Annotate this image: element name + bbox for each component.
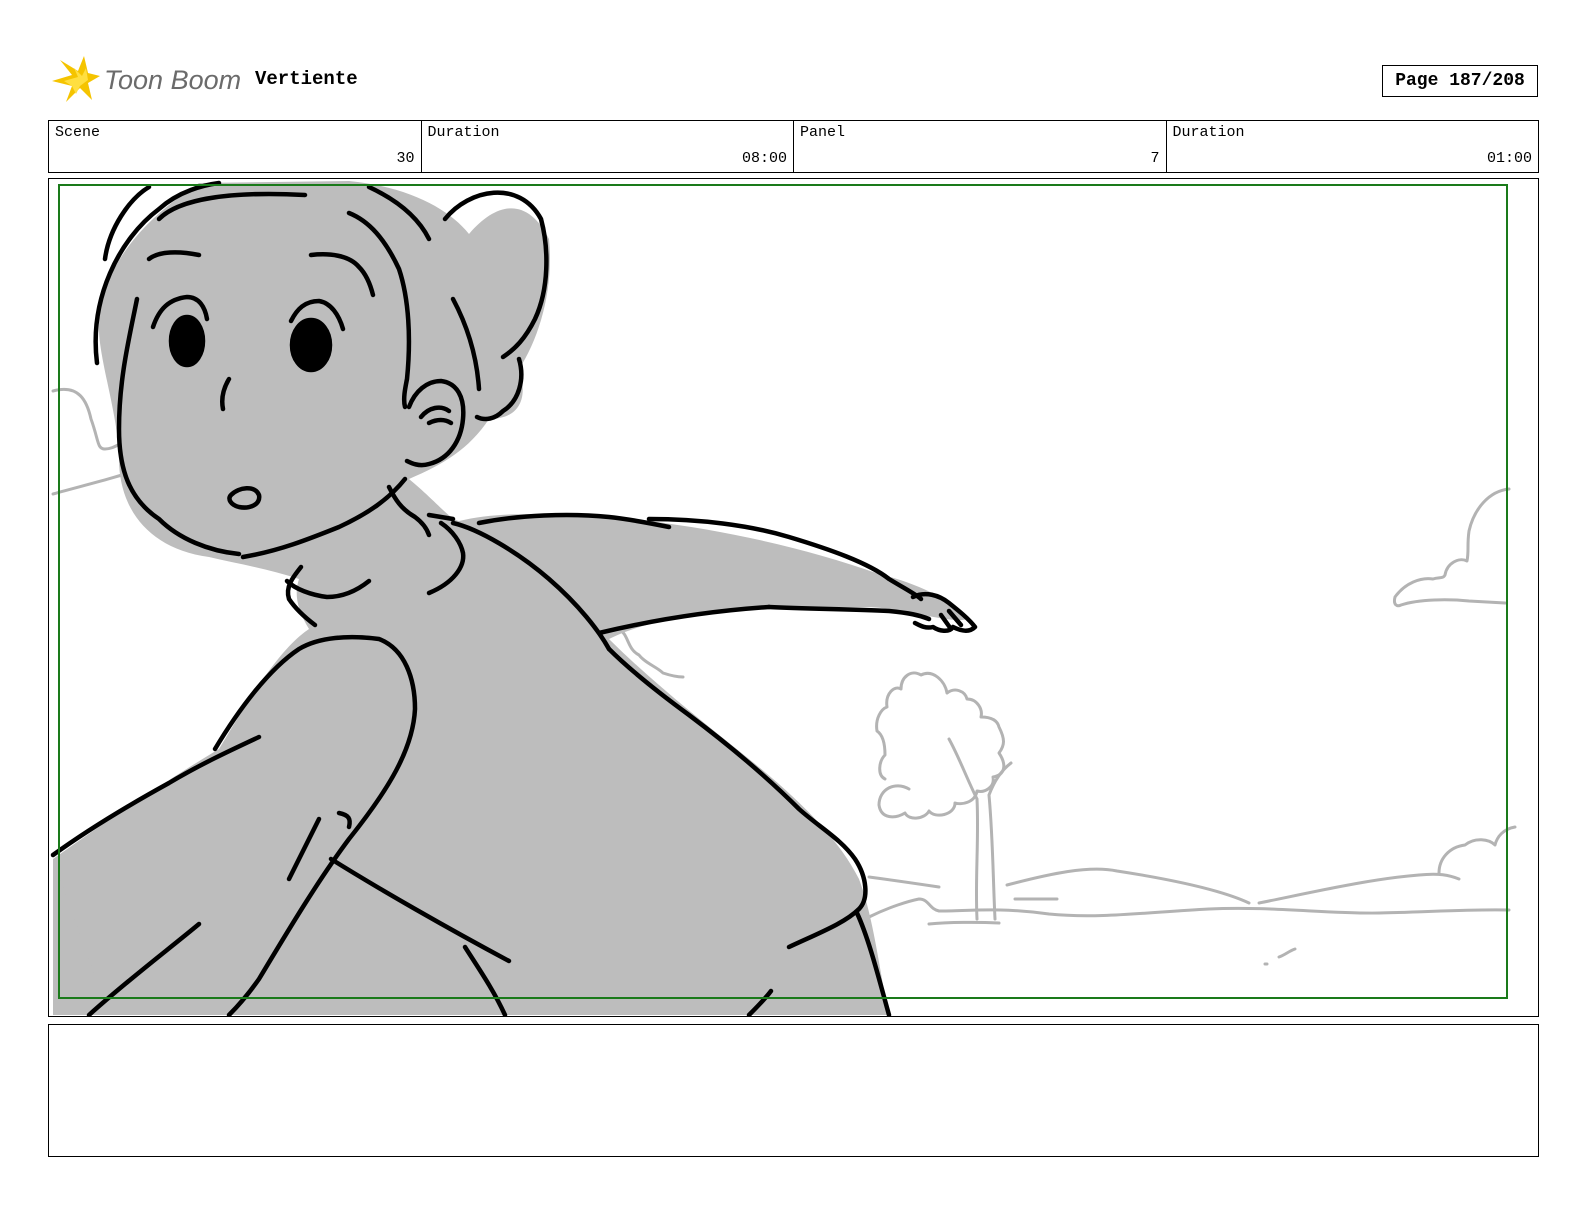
scene-label: Scene	[55, 124, 101, 141]
panel-info-table: Scene 30 Duration 08:00 Panel 7 Duration…	[48, 120, 1539, 173]
panel-cell: Panel 7	[794, 121, 1167, 172]
scene-duration-label: Duration	[427, 124, 500, 141]
character-fill	[53, 181, 969, 1015]
panel-duration-value: 01:00	[1486, 150, 1532, 167]
storyboard-panel	[48, 178, 1539, 1017]
scene-cell: Scene 30	[49, 121, 422, 172]
scene-duration-cell: Duration 08:00	[422, 121, 794, 172]
scene-value: 30	[396, 150, 415, 167]
panel-notes-box[interactable]	[48, 1024, 1539, 1157]
logo-star-icon	[52, 56, 100, 102]
panel-value: 7	[1150, 150, 1160, 167]
panel-duration-cell: Duration 01:00	[1167, 121, 1539, 172]
toon-boom-logo: Toon Boom	[50, 56, 241, 106]
scene-duration-value: 08:00	[741, 150, 787, 167]
panel-duration-label: Duration	[1172, 124, 1245, 141]
logo-text: Toon Boom	[104, 65, 240, 95]
panel-label: Panel	[800, 124, 846, 141]
project-title: Vertiente	[255, 68, 358, 90]
page-indicator: Page 187/208	[1382, 65, 1538, 97]
panel-drawing	[50, 180, 1517, 1016]
